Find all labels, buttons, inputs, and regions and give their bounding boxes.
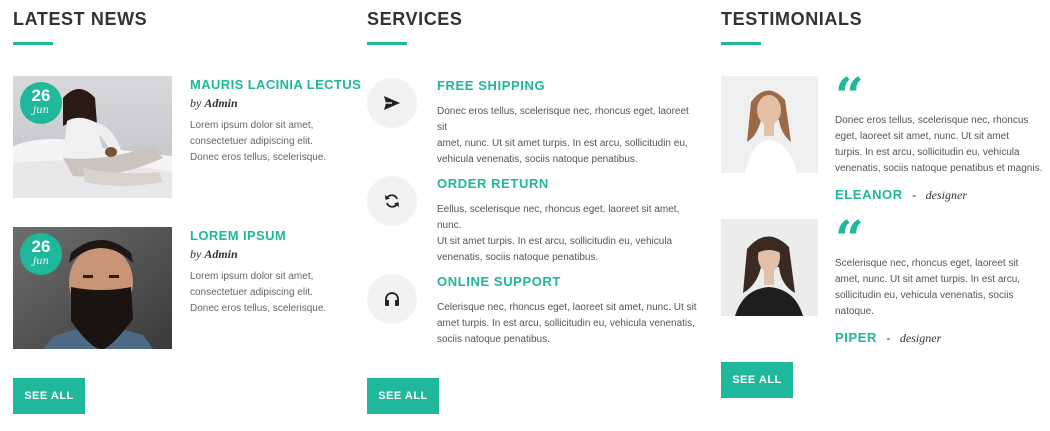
description-line: sociis natoque penatibus. xyxy=(437,334,550,345)
service-icon-circle xyxy=(367,274,417,324)
news-month: jun xyxy=(33,105,49,116)
news-body: MAURIS LACINIA LECTUS by Admin Lorem ips… xyxy=(190,76,361,166)
news-item: 26 jun LOREM IPSUM by Admin Lorem ipsum … xyxy=(13,227,353,349)
quote-icon: “ xyxy=(835,76,864,106)
excerpt-line: Lorem ipsum dolor sit amet, xyxy=(190,271,314,282)
services-title: SERVICES xyxy=(367,9,463,29)
news-thumbnail[interactable]: 26 jun xyxy=(13,76,172,198)
testimonial-avatar xyxy=(721,76,818,173)
description-line: Donec eros tellus, scelerisque nec, rhon… xyxy=(437,106,689,133)
service-description: Donec eros tellus, scelerisque nec, rhon… xyxy=(437,104,701,168)
woman-portrait-photo xyxy=(721,219,818,316)
news-month: jun xyxy=(33,256,49,267)
author-separator: - xyxy=(886,331,891,345)
testimonial-author: PIPER - designer xyxy=(835,329,1043,347)
news-day: 26 xyxy=(31,237,51,256)
quote-icon: “ xyxy=(835,219,864,249)
description-line: Eellus, scelerisque nec, rhoncus eget, l… xyxy=(437,204,680,231)
author-separator: - xyxy=(912,188,917,202)
service-body: ORDER RETURN Eellus, scelerisque nec, rh… xyxy=(437,176,701,266)
latest-news-title: LATEST NEWS xyxy=(13,9,148,29)
description-line: vehicula venenatis, sociis natoque penat… xyxy=(437,154,638,165)
quote-line: eget, laoreet sit amet, nunc. Ut sit ame… xyxy=(835,131,1009,142)
refresh-icon xyxy=(385,194,399,208)
service-description: Celerisque nec, rhoncus eget, laoreet si… xyxy=(437,300,701,348)
quote-line: turpis. In est arcu, sollicitudin eu, ve… xyxy=(835,147,1020,158)
news-body: LOREM IPSUM by Admin Lorem ipsum dolor s… xyxy=(190,227,355,317)
excerpt-line: consectetuer adipiscing elit. xyxy=(190,287,313,298)
testimonial-avatar xyxy=(721,219,818,316)
service-title[interactable]: ORDER RETURN xyxy=(437,176,701,191)
testimonial-body: “ Scelerisque nec, rhoncus eget, laoreet… xyxy=(835,219,1043,347)
news-thumbnail[interactable]: 26 jun xyxy=(13,227,172,349)
description-line: venenatis, sociis natoque penatibus. xyxy=(437,252,599,263)
news-item: 26 jun MAURIS LACINIA LECTUS by Admin Lo… xyxy=(13,76,361,198)
service-body: FREE SHIPPING Donec eros tellus, sceleri… xyxy=(437,78,701,168)
service-body: ONLINE SUPPORT Celerisque nec, rhoncus e… xyxy=(437,274,701,348)
byline-author[interactable]: Admin xyxy=(204,96,237,110)
description-line: amet, nunc. Ut sit amet turpis. In est a… xyxy=(437,138,688,149)
author-name: PIPER xyxy=(835,330,878,345)
description-line: Ut sit amet turpis. In est arcu, sollici… xyxy=(437,236,673,247)
news-excerpt: Lorem ipsum dolor sit amet, consectetuer… xyxy=(190,269,355,317)
news-byline: by Admin xyxy=(190,96,355,111)
author-role: designer xyxy=(899,331,942,345)
news-title-link[interactable]: LOREM IPSUM xyxy=(190,228,355,243)
testimonial-quote: Donec eros tellus, scelerisque nec, rhon… xyxy=(835,113,1043,177)
services-see-all-button[interactable]: SEE ALL xyxy=(367,378,439,414)
paper-plane-icon xyxy=(384,96,400,110)
description-line: Celerisque nec, rhoncus eget, laoreet si… xyxy=(437,302,697,313)
byline-author[interactable]: Admin xyxy=(204,247,237,261)
service-title[interactable]: FREE SHIPPING xyxy=(437,78,701,93)
quote-line: natoque. xyxy=(835,306,874,317)
news-date-badge: 26 jun xyxy=(20,82,62,124)
description-line: amet turpis. In est arcu, sollicitudin e… xyxy=(437,318,695,329)
news-day: 26 xyxy=(31,86,51,105)
title-underline xyxy=(367,42,407,45)
excerpt-line: Donec eros tellus, scelerisque. xyxy=(190,303,327,314)
news-see-all-button[interactable]: SEE ALL xyxy=(13,378,85,414)
testimonial-quote: Scelerisque nec, rhoncus eget, laoreet s… xyxy=(835,256,1043,320)
excerpt-line: Donec eros tellus, scelerisque. xyxy=(190,152,327,163)
quote-line: venenatis, sociis natoque penatibus et m… xyxy=(835,163,1043,174)
service-icon-circle xyxy=(367,78,417,128)
news-byline: by Admin xyxy=(190,247,355,262)
headphones-icon xyxy=(385,292,399,306)
title-underline xyxy=(13,42,53,45)
quote-line: Scelerisque nec, rhoncus eget, laoreet s… xyxy=(835,258,1019,269)
woman-portrait-photo xyxy=(721,76,818,173)
service-icon-circle xyxy=(367,176,417,226)
title-underline xyxy=(721,42,761,45)
byline-prefix: by xyxy=(190,96,202,110)
quote-line: amet, nunc. Ut sit amet turpis. In est a… xyxy=(835,274,1021,285)
news-excerpt: Lorem ipsum dolor sit amet, consectetuer… xyxy=(190,118,355,166)
author-role: designer xyxy=(925,188,967,202)
author-name: ELEANOR xyxy=(835,187,903,202)
excerpt-line: Lorem ipsum dolor sit amet, xyxy=(190,120,314,131)
testimonials-see-all-button[interactable]: SEE ALL xyxy=(721,362,793,398)
news-date-badge: 26 jun xyxy=(20,233,62,275)
testimonial-author: ELEANOR - designer xyxy=(835,186,1043,204)
testimonials-title: TESTIMONIALS xyxy=(721,9,863,29)
service-description: Eellus, scelerisque nec, rhoncus eget, l… xyxy=(437,202,701,266)
byline-prefix: by xyxy=(190,247,202,261)
service-title[interactable]: ONLINE SUPPORT xyxy=(437,274,701,289)
quote-line: sollicitudin eu, vehicula venenatis, soc… xyxy=(835,290,1014,301)
quote-line: Donec eros tellus, scelerisque nec, rhon… xyxy=(835,115,1029,126)
news-title-link[interactable]: MAURIS LACINIA LECTUS xyxy=(190,77,361,92)
excerpt-line: consectetuer adipiscing elit. xyxy=(190,136,313,147)
testimonial-body: “ Donec eros tellus, scelerisque nec, rh… xyxy=(835,76,1043,204)
